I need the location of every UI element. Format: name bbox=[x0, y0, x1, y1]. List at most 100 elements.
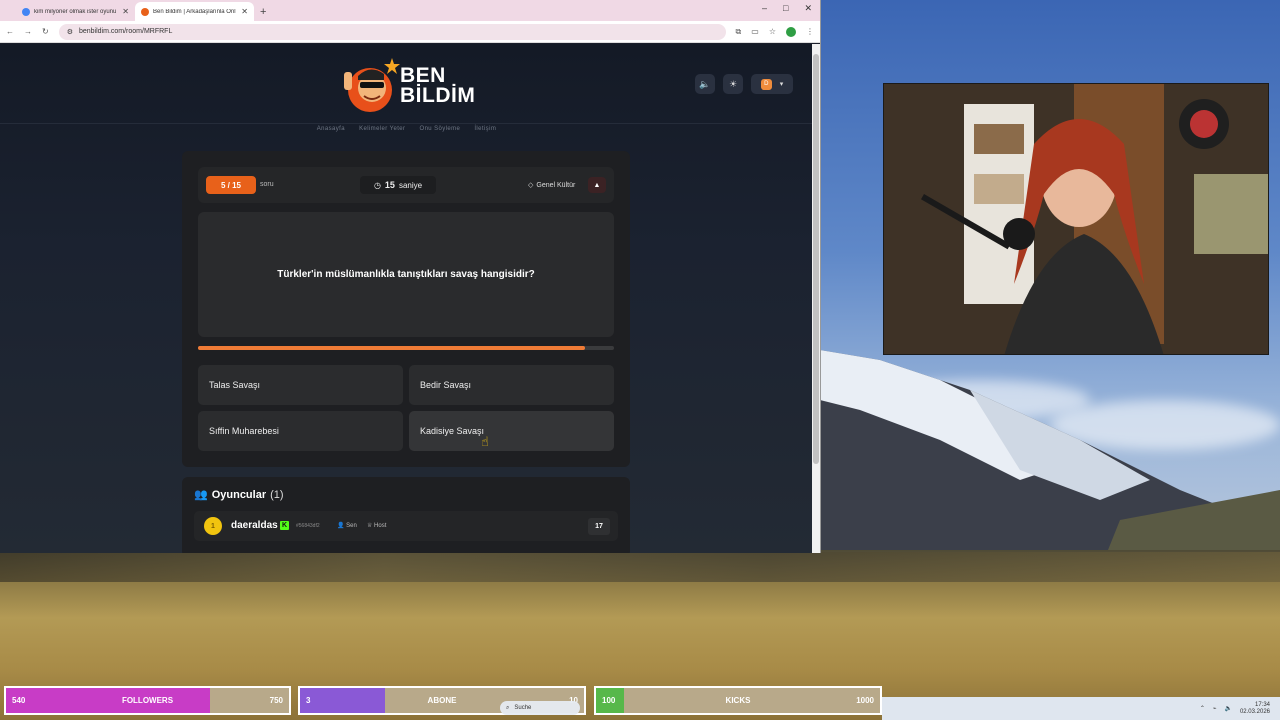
goal-label: KICKS bbox=[725, 696, 751, 705]
question-text: Türkler'in müslümanlıkla tanıştıkları sa… bbox=[198, 212, 614, 337]
answer-grid: Talas Savaşı Bedir Savaşı Sıffin Muhareb… bbox=[198, 365, 614, 451]
site-favicon-icon bbox=[141, 7, 149, 16]
bookmark-star-icon[interactable]: ☆ bbox=[769, 27, 776, 36]
logo-line-1: BEN bbox=[400, 64, 446, 87]
tab-milyoner[interactable]: kim milyoner olmak ister oyunu ✕ bbox=[16, 2, 135, 21]
back-icon[interactable]: ← bbox=[6, 27, 14, 36]
sun-icon: ☀ bbox=[728, 78, 738, 89]
forward-icon[interactable]: → bbox=[24, 27, 32, 36]
tab-bar: kim milyoner olmak ister oyunu ✕ Ben Bil… bbox=[0, 0, 820, 21]
followers-goal-bar: 540 FOLLOWERS 750 bbox=[4, 686, 291, 715]
time-progress-fill bbox=[198, 346, 585, 350]
url-input[interactable]: ⚙ benbildim.com/room/MRFRFL bbox=[58, 23, 726, 40]
menu-kebab-icon[interactable]: ⋮ bbox=[806, 27, 814, 36]
profile-avatar[interactable] bbox=[786, 26, 796, 37]
site-logo[interactable]: BEN BİLDİM bbox=[340, 52, 475, 122]
minimize-button[interactable]: – bbox=[762, 3, 767, 14]
reload-icon[interactable]: ↻ bbox=[42, 27, 49, 36]
goal-label: FOLLOWERS bbox=[121, 696, 174, 705]
maximize-button[interactable]: □ bbox=[783, 3, 788, 14]
user-menu-button[interactable]: D ▾ bbox=[751, 74, 793, 94]
player-rank-badge: 1 bbox=[204, 517, 222, 535]
translate-icon[interactable]: ⧉ bbox=[736, 27, 742, 37]
search-icon: ⌕ bbox=[506, 704, 510, 711]
clock[interactable]: 17:34 02.03.2026 bbox=[1240, 702, 1270, 716]
tab-title: Ben Bildim | Arkadaşlarınla Onl bbox=[153, 8, 236, 15]
nav-onu-soyleme[interactable]: Onu Söyleme bbox=[420, 126, 461, 132]
player-host-label: ♕ Host bbox=[367, 523, 387, 529]
sound-button[interactable]: 🔈 bbox=[695, 74, 715, 94]
host-text: Host bbox=[374, 523, 387, 529]
answer-option-b[interactable]: Bedir Savaşı bbox=[409, 365, 614, 405]
players-card: 👥 Oyuncular (1) 1 daeraldas K #56843df2 … bbox=[182, 477, 630, 553]
goal-max: 750 bbox=[269, 696, 283, 705]
kick-icon: K bbox=[280, 521, 289, 530]
page-scrollbar[interactable] bbox=[812, 44, 820, 553]
clock-icon: ◷ bbox=[373, 180, 381, 190]
nav-anasayfa[interactable]: Anasayfa bbox=[317, 126, 345, 132]
logo-line-2: BİLDİM bbox=[400, 84, 476, 107]
answer-option-c[interactable]: Sıffin Muharebesi bbox=[198, 411, 403, 451]
taskbar-tray: ⌃ ⌁ 🔈 17:34 02.03.2026 bbox=[882, 697, 1280, 720]
category-tag: ◇ Genel Kültür bbox=[528, 181, 576, 190]
users-icon: 👥 bbox=[194, 489, 208, 501]
webcam-feed bbox=[883, 83, 1269, 355]
mascot-icon bbox=[344, 58, 400, 112]
theme-toggle-button[interactable]: ☀ bbox=[723, 74, 743, 94]
nav-iletisim[interactable]: İletişim bbox=[474, 126, 496, 132]
google-icon bbox=[22, 7, 30, 16]
toolbar-actions: ⧉ ▭ ☆ ⋮ bbox=[736, 26, 814, 37]
player-you-label: 👤 Sen bbox=[337, 523, 357, 529]
timer-value: 15 bbox=[384, 180, 395, 190]
players-count: (1) bbox=[270, 488, 284, 501]
address-bar: ← → ↻ ⚙ benbildim.com/room/MRFRFL ⧉ ▭ ☆ … bbox=[0, 21, 820, 43]
quiz-header: 5 / 15 soru ◷ 15 saniye ◇ Genel Kültür ▲ bbox=[198, 167, 614, 203]
desktop-wallpaper-ridge bbox=[0, 552, 1280, 582]
scrollbar-thumb[interactable] bbox=[813, 54, 819, 464]
you-text: Sen bbox=[346, 523, 357, 529]
tray-chevron-icon[interactable]: ⌃ bbox=[1200, 705, 1205, 712]
player-score: 17 bbox=[588, 518, 610, 535]
answer-option-d[interactable]: Kadisiye Savaşı bbox=[409, 411, 614, 451]
new-tab-button[interactable]: + bbox=[260, 6, 266, 18]
category-label: Genel Kültür bbox=[536, 181, 576, 189]
network-icon[interactable]: ⌁ bbox=[1213, 705, 1217, 712]
taskbar-search-label: Suche bbox=[514, 705, 532, 711]
url-text: benbildim.com/room/MRFRFL bbox=[78, 28, 173, 35]
nav-kelimeler-yeter[interactable]: Kelimeler Yeter bbox=[359, 126, 405, 132]
report-button[interactable]: ▲ bbox=[588, 177, 606, 193]
nav-divider bbox=[0, 123, 813, 124]
mountain-graphic bbox=[820, 350, 1280, 570]
clock-time: 17:34 bbox=[1254, 701, 1270, 708]
speaker-icon: 🔈 bbox=[699, 78, 711, 89]
webcam-image bbox=[884, 84, 1268, 354]
header-controls: 🔈 ☀ D ▾ bbox=[695, 74, 793, 94]
taskbar-search[interactable]: ⌕ Suche bbox=[500, 701, 580, 715]
player-id: #56843df2 bbox=[296, 523, 320, 529]
tag-icon: ◇ bbox=[528, 182, 534, 189]
hand-cursor-icon: ☝ bbox=[481, 434, 489, 449]
answer-option-a[interactable]: Talas Savaşı bbox=[198, 365, 403, 405]
question-counter-suffix: soru bbox=[260, 181, 274, 188]
main-nav: Anasayfa Kelimeler Yeter Onu Söyleme İle… bbox=[0, 126, 813, 132]
clock-date: 02.03.2026 bbox=[1239, 708, 1270, 715]
players-heading: 👥 Oyuncular (1) bbox=[194, 488, 284, 502]
close-tab-icon[interactable]: ✕ bbox=[241, 7, 248, 16]
kicks-goal-bar: 100 KICKS 1000 bbox=[594, 686, 882, 715]
quiz-card: 5 / 15 soru ◷ 15 saniye ◇ Genel Kültür ▲… bbox=[182, 151, 630, 467]
volume-icon[interactable]: 🔈 bbox=[1224, 705, 1231, 712]
player-row: 1 daeraldas K #56843df2 👤 Sen ♕ Host 17 bbox=[194, 511, 618, 541]
site-info-icon[interactable]: ⚙ bbox=[67, 28, 73, 36]
web-page: BEN BİLDİM 🔈 ☀ D ▾ Anasayfa Kelimeler Ye… bbox=[0, 44, 813, 553]
cast-icon[interactable]: ▭ bbox=[751, 27, 759, 36]
close-window-button[interactable]: ✕ bbox=[804, 3, 812, 14]
tab-title: kim milyoner olmak ister oyunu bbox=[34, 8, 117, 15]
close-tab-icon[interactable]: ✕ bbox=[122, 7, 129, 16]
players-title-text: Oyuncular bbox=[211, 488, 267, 501]
browser-window: kim milyoner olmak ister oyunu ✕ Ben Bil… bbox=[0, 0, 821, 553]
window-controls: – □ ✕ bbox=[762, 3, 812, 14]
tab-benbildim[interactable]: Ben Bildim | Arkadaşlarınla Onl ✕ bbox=[135, 2, 254, 21]
logo-wordmark: BEN BİLDİM bbox=[400, 64, 476, 107]
goal-max: 1000 bbox=[856, 696, 874, 705]
chevron-down-icon: ▾ bbox=[779, 81, 784, 88]
